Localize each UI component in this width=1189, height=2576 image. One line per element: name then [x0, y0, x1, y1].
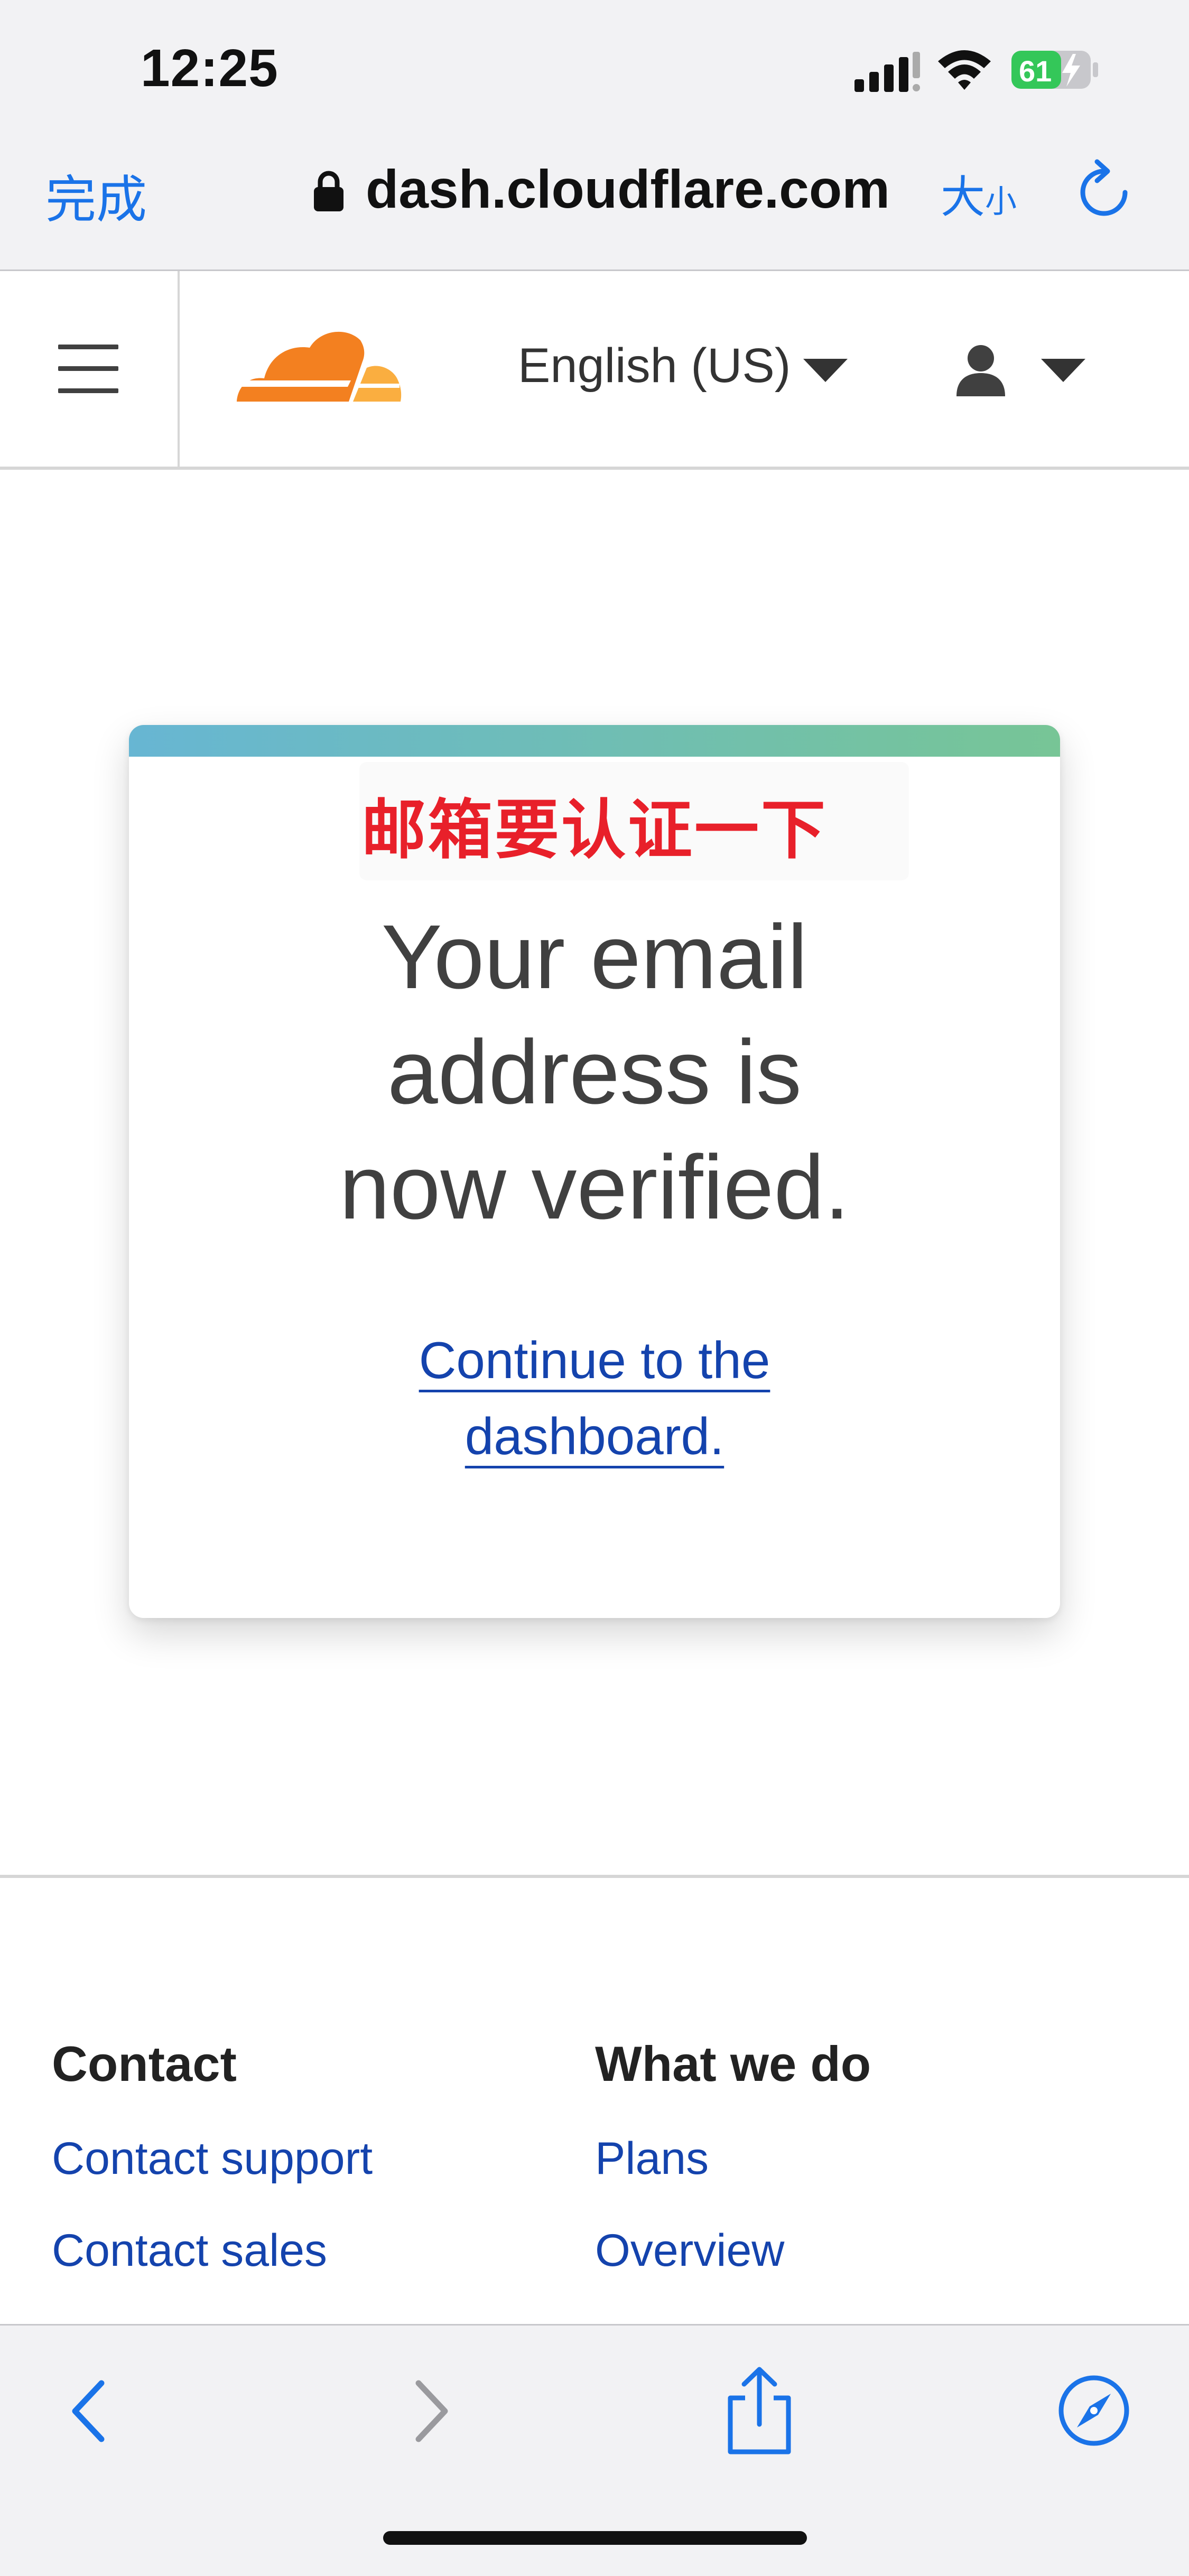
cellular-signal-icon: [854, 52, 920, 92]
headline-line: address is: [387, 1021, 802, 1123]
share-icon[interactable]: [725, 2365, 794, 2455]
cloudflare-logo[interactable]: [236, 323, 403, 402]
verification-card: 邮箱要认证一下 Your email address is now verifi…: [129, 725, 1060, 1618]
footer-divider: [0, 1875, 1189, 1878]
text-size-big-label: 大: [941, 172, 986, 222]
back-arrow-icon[interactable]: [68, 2377, 110, 2445]
chevron-down-icon[interactable]: [1041, 357, 1085, 383]
card-accent-strip: [129, 725, 1060, 757]
verified-headline: Your email address is now verified.: [129, 899, 1060, 1245]
reload-icon[interactable]: [1075, 159, 1133, 222]
chevron-down-icon[interactable]: [803, 357, 848, 383]
footer-what-we-do-heading: What we do: [595, 2036, 871, 2091]
compass-icon[interactable]: [1057, 2374, 1131, 2448]
status-time: 12:25: [141, 39, 278, 98]
address-bar-url[interactable]: dash.cloudflare.com: [366, 159, 890, 220]
annotation-text: 邮箱要认证一下: [361, 794, 828, 866]
home-indicator[interactable]: [383, 2531, 807, 2545]
link-line[interactable]: dashboard.: [465, 1407, 724, 1465]
battery-icon: 61: [1011, 51, 1098, 89]
hamburger-menu-icon[interactable]: [58, 345, 118, 393]
header-divider: [178, 271, 180, 467]
link-line[interactable]: Continue to the: [419, 1331, 770, 1389]
headline-line: now verified.: [339, 1137, 850, 1238]
forward-arrow-icon[interactable]: [410, 2377, 452, 2445]
language-selector[interactable]: English (US): [518, 338, 791, 394]
contact-sales-link[interactable]: Contact sales: [52, 2225, 327, 2277]
battery-percent: 61: [1019, 54, 1052, 88]
overview-link[interactable]: Overview: [595, 2225, 784, 2277]
done-button[interactable]: 完成: [45, 159, 147, 232]
text-size-button[interactable]: 大小: [941, 162, 1017, 226]
lock-icon: [314, 171, 343, 211]
plans-link[interactable]: Plans: [595, 2133, 709, 2185]
continue-to-dashboard-link[interactable]: Continue to the dashboard.: [129, 1322, 1060, 1474]
footer-contact-heading: Contact: [52, 2036, 237, 2091]
user-icon[interactable]: [954, 343, 1007, 396]
text-size-small-label: 小: [985, 184, 1017, 219]
headline-line: Your email: [381, 906, 808, 1008]
wifi-icon: [938, 50, 991, 90]
contact-support-link[interactable]: Contact support: [52, 2133, 373, 2185]
